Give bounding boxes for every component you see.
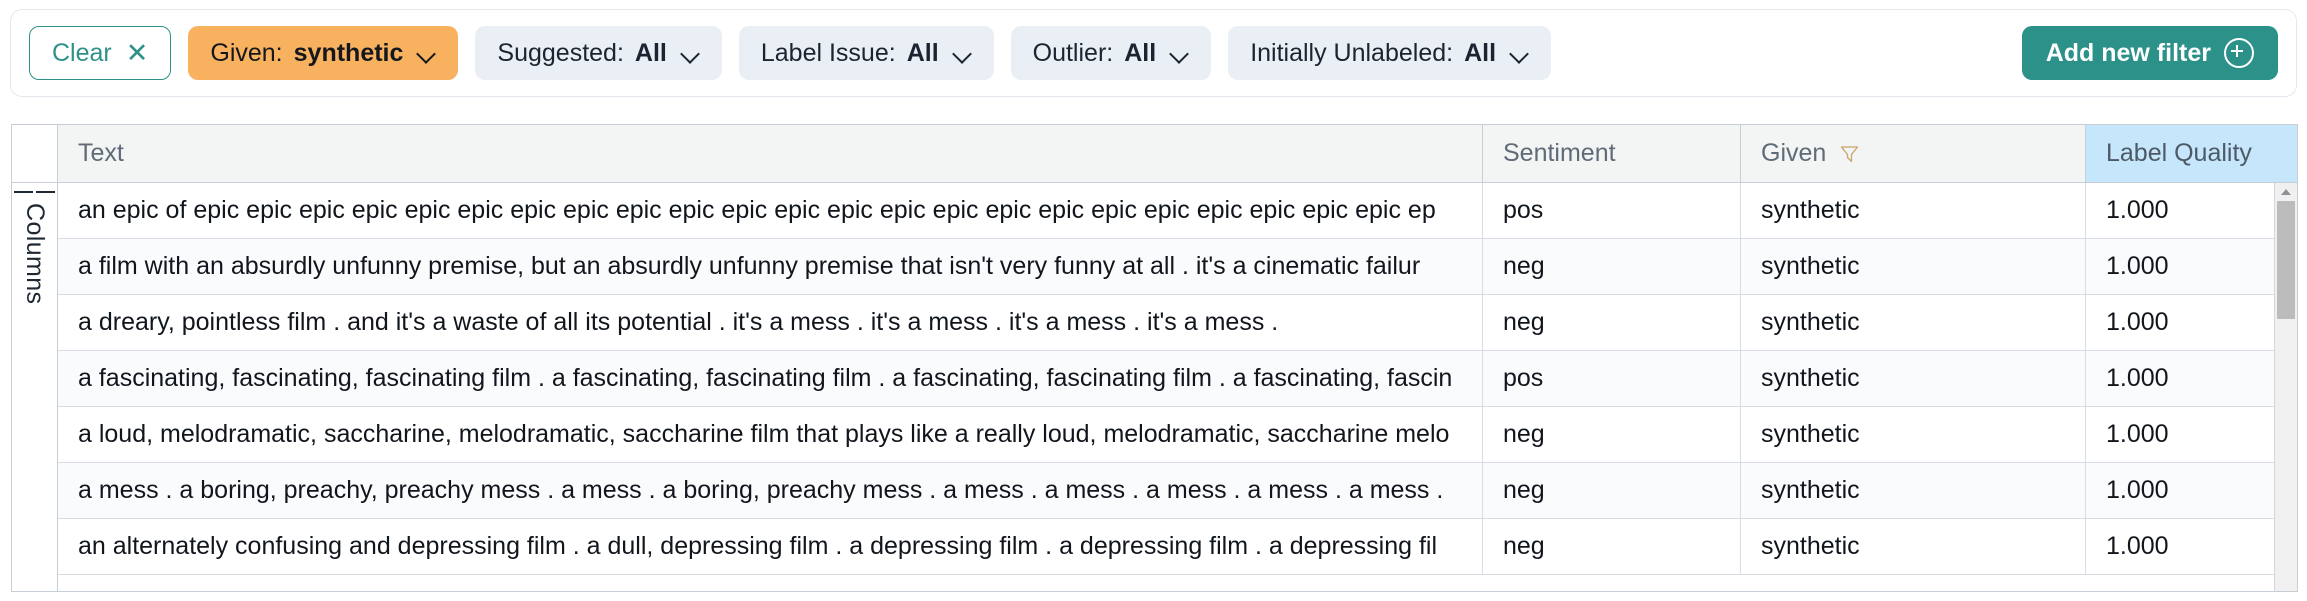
scrollbar-thumb[interactable]	[2277, 201, 2295, 319]
cell-given: synthetic	[1741, 407, 2086, 462]
column-header-text-label: Text	[78, 139, 124, 167]
filter-chip-given-value: synthetic	[293, 38, 404, 67]
cell-sentiment: neg	[1483, 407, 1741, 462]
table-row[interactable]: a loud, melodramatic, saccharine, melodr…	[58, 407, 2297, 463]
cell-text: a fascinating, fascinating, fascinating …	[58, 351, 1483, 406]
filter-chip-suggested-label: Suggested:	[497, 38, 624, 67]
cell-given: synthetic	[1741, 239, 2086, 294]
column-header-text[interactable]: Text	[58, 125, 1483, 182]
clear-filters-button[interactable]: Clear ✕	[29, 26, 172, 80]
cell-label-quality: 1.000	[2106, 364, 2169, 392]
column-header-given[interactable]: Given	[1741, 125, 2086, 182]
cell-text: a loud, melodramatic, saccharine, melodr…	[58, 407, 1483, 462]
close-icon: ✕	[125, 37, 149, 68]
filter-chip-outlier-label: Outlier:	[1032, 38, 1114, 67]
cell-label-quality: 1.000	[2106, 196, 2169, 224]
cell-sentiment: pos	[1483, 183, 1741, 238]
table-row[interactable]: a fascinating, fascinating, fascinating …	[58, 351, 2297, 407]
filter-chip-suggested[interactable]: Suggested: All	[475, 26, 722, 80]
column-header-sentiment-label: Sentiment	[1503, 139, 1616, 167]
cell-text: an epic of epic epic epic epic epic epic…	[58, 183, 1483, 238]
filter-chip-suggested-value: All	[634, 38, 667, 67]
table-header-row: Text Sentiment Given Label Quality	[58, 125, 2297, 183]
filter-chip-label-issue-label: Label Issue:	[760, 38, 896, 67]
cell-sentiment: neg	[1483, 463, 1741, 518]
table-row[interactable]: an alternately confusing and depressing …	[58, 519, 2297, 575]
cell-sentiment: neg	[1483, 239, 1741, 294]
cell-label-quality: 1.000	[2106, 420, 2169, 448]
filter-chip-outlier[interactable]: Outlier: All	[1010, 26, 1212, 80]
caret-up-icon[interactable]	[2275, 183, 2297, 200]
add-new-filter-label: Add new filter	[2045, 38, 2211, 67]
plus-circle-icon	[2224, 38, 2254, 68]
filter-chip-label-issue[interactable]: Label Issue: All	[738, 26, 994, 80]
columns-bars-icon	[12, 191, 57, 193]
chevron-down-icon	[953, 44, 972, 63]
cell-given: synthetic	[1741, 351, 2086, 406]
cell-label-quality: 1.000	[2106, 476, 2169, 504]
chevron-down-icon	[417, 44, 436, 63]
columns-toggle[interactable]: Columns	[12, 191, 57, 304]
filter-chip-initially-unlabeled-label: Initially Unlabeled:	[1250, 38, 1454, 67]
cell-given: synthetic	[1741, 183, 2086, 238]
filter-chip-label-issue-value: All	[906, 38, 939, 67]
columns-rail-body: Columns	[12, 183, 57, 591]
cell-sentiment: pos	[1483, 351, 1741, 406]
chevron-down-icon	[1170, 44, 1189, 63]
table: Text Sentiment Given Label Quality an ep…	[57, 124, 2298, 592]
cell-label-quality: 1.000	[2106, 308, 2169, 336]
table-row[interactable]: an epic of epic epic epic epic epic epic…	[58, 183, 2297, 239]
column-header-label-quality[interactable]: Label Quality	[2086, 125, 2297, 182]
cell-sentiment: neg	[1483, 295, 1741, 350]
columns-rail-corner	[12, 125, 57, 183]
table-row[interactable]: a film with an absurdly unfunny premise,…	[58, 239, 2297, 295]
table-row[interactable]: a mess . a boring, preachy, preachy mess…	[58, 463, 2297, 519]
cell-given: synthetic	[1741, 295, 2086, 350]
vertical-scrollbar[interactable]	[2274, 183, 2297, 591]
clear-filters-label: Clear	[52, 38, 112, 67]
columns-side-rail[interactable]: Columns	[11, 124, 57, 592]
cell-label-quality: 1.000	[2106, 252, 2169, 280]
chevron-down-icon	[1510, 44, 1529, 63]
cell-text: a mess . a boring, preachy, preachy mess…	[58, 463, 1483, 518]
filter-chip-given[interactable]: Given: synthetic	[188, 26, 459, 80]
columns-rail-label: Columns	[21, 203, 49, 305]
table-row[interactable]: a dreary, pointless film . and it's a wa…	[58, 295, 2297, 351]
cell-text: an alternately confusing and depressing …	[58, 519, 1483, 574]
filter-chip-initially-unlabeled[interactable]: Initially Unlabeled: All	[1228, 26, 1552, 80]
column-header-sentiment[interactable]: Sentiment	[1483, 125, 1741, 182]
filter-chip-initially-unlabeled-value: All	[1464, 38, 1497, 67]
filter-bar: Clear ✕ Given: synthetic Suggested: All …	[10, 9, 2297, 97]
cell-text: a dreary, pointless film . and it's a wa…	[58, 295, 1483, 350]
filter-chip-given-label: Given:	[210, 38, 283, 67]
add-new-filter-button[interactable]: Add new filter	[2021, 26, 2278, 80]
cell-label-quality: 1.000	[2106, 532, 2169, 560]
filter-chip-outlier-value: All	[1124, 38, 1157, 67]
data-grid: Columns Text Sentiment Given Label Quali…	[11, 124, 2298, 592]
column-header-label-quality-label: Label Quality	[2106, 139, 2252, 167]
cell-given: synthetic	[1741, 519, 2086, 574]
filter-funnel-icon	[1841, 145, 1859, 162]
cell-sentiment: neg	[1483, 519, 1741, 574]
cell-text: a film with an absurdly unfunny premise,…	[58, 239, 1483, 294]
cell-given: synthetic	[1741, 463, 2086, 518]
filter-chip-row: Clear ✕ Given: synthetic Suggested: All …	[29, 26, 2278, 80]
table-body: an epic of epic epic epic epic epic epic…	[58, 183, 2297, 591]
chevron-down-icon	[681, 44, 700, 63]
column-header-given-label: Given	[1761, 139, 1827, 167]
